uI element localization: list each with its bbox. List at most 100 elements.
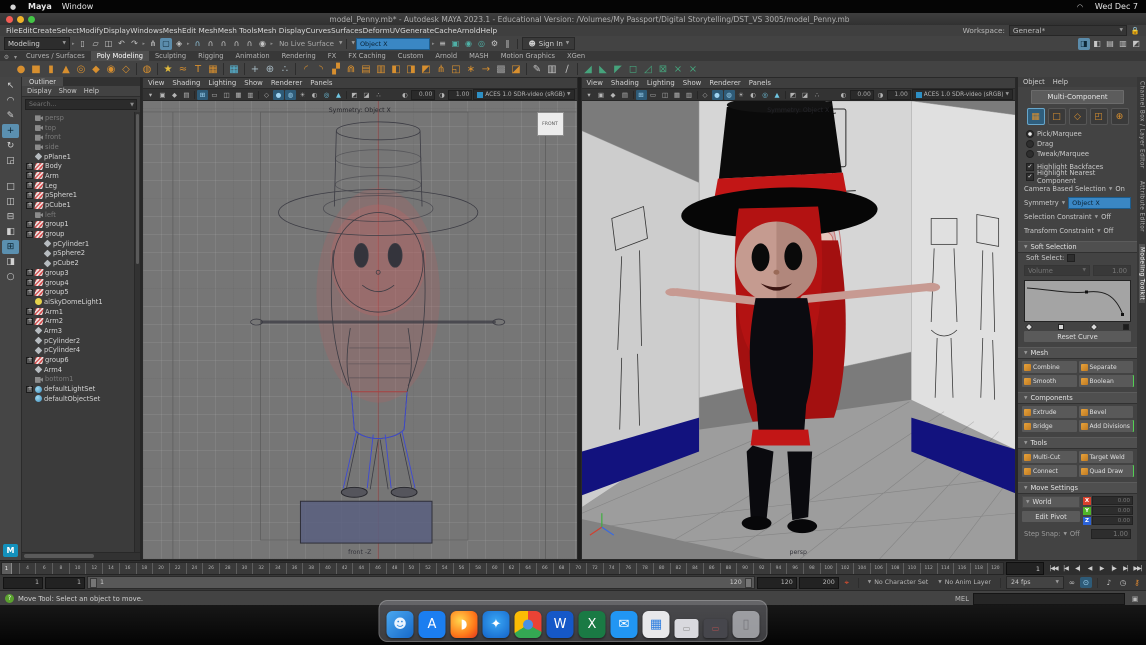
select-hierarchy-icon[interactable]: ⋔: [147, 38, 159, 50]
current-frame-marker[interactable]: 1: [2, 563, 12, 574]
shelf-board[interactable]: ▦: [206, 62, 220, 76]
vp-motionblur-icon[interactable]: ▲: [772, 90, 783, 100]
expand-toggle-icon[interactable]: [26, 395, 33, 402]
soft-selection-header[interactable]: ▼Soft Selection: [1018, 241, 1137, 253]
front-viewport-canvas[interactable]: Symmetry: Object X FRONT front -Z: [143, 101, 577, 559]
expand-toggle-icon[interactable]: [26, 386, 33, 393]
play-forward-button[interactable]: ▶: [1096, 563, 1107, 574]
timeline-tick[interactable]: 102: [836, 563, 853, 574]
construction-history-icon[interactable]: ≡: [436, 38, 448, 50]
dock-window-thumb-1[interactable]: ▭: [675, 619, 699, 638]
chevron-down-icon[interactable]: ▼: [351, 41, 354, 46]
timeline-tick[interactable]: 40: [319, 563, 336, 574]
side-panel-tab[interactable]: Modeling Toolkit: [1139, 244, 1145, 303]
auto-keyframe-icon[interactable]: ⊙: [1080, 577, 1092, 588]
timeline-tick[interactable]: 56: [453, 563, 470, 574]
expand-toggle-icon[interactable]: [26, 163, 33, 170]
outliner-item[interactable]: persp: [22, 113, 140, 123]
timeline-tick[interactable]: 60: [486, 563, 503, 574]
dock-firefox[interactable]: ◗: [451, 611, 478, 638]
timeline-tick[interactable]: 72: [586, 563, 603, 574]
expand-toggle-icon[interactable]: [26, 347, 33, 354]
clock-icon[interactable]: ◷: [1117, 577, 1129, 588]
expand-toggle-icon[interactable]: [35, 240, 42, 247]
snap-plane-icon[interactable]: ∩: [231, 38, 243, 50]
gamma-icon[interactable]: ◑: [436, 90, 447, 100]
move-settings-header[interactable]: ▼Move Settings: [1018, 482, 1137, 494]
expand-toggle-icon[interactable]: [26, 182, 33, 189]
expand-toggle-icon[interactable]: [26, 114, 33, 121]
expand-toggle-icon[interactable]: [26, 366, 33, 373]
menu-item[interactable]: Display: [103, 26, 130, 35]
snap-live-icon[interactable]: ◉: [257, 38, 269, 50]
dock-app-store[interactable]: A: [419, 611, 446, 638]
menu-item[interactable]: Help: [480, 26, 497, 35]
play-backwards-button[interactable]: ◀: [1084, 563, 1095, 574]
expand-toggle-icon[interactable]: [26, 279, 33, 286]
expand-toggle-icon[interactable]: [26, 231, 33, 238]
shelf-ik-handle[interactable]: ⊕: [263, 62, 277, 76]
close-window-button[interactable]: [6, 16, 13, 23]
curve-handle-icon[interactable]: [1123, 324, 1129, 330]
shelf-arc-1[interactable]: ◜: [299, 62, 313, 76]
vp-bookmark-icon[interactable]: ◆: [608, 90, 619, 100]
axis-orientation-dropdown[interactable]: ▼World: [1022, 496, 1080, 508]
vp-imageplane-icon[interactable]: ▤: [620, 90, 631, 100]
menu-item[interactable]: Surfaces: [331, 26, 363, 35]
vp-field-chart-icon[interactable]: ▥: [245, 90, 256, 100]
outliner-search-input[interactable]: [26, 101, 130, 108]
mesh-tool-button[interactable]: Combine: [1022, 361, 1077, 373]
menu-item[interactable]: Arnold: [457, 26, 481, 35]
timeline-tick[interactable]: 38: [302, 563, 319, 574]
outliner-item[interactable]: aiSkyDomeLight1: [22, 297, 140, 307]
timeline-tick[interactable]: 18: [136, 563, 153, 574]
timeline-tick[interactable]: 118: [970, 563, 987, 574]
vp-lock-icon[interactable]: ▣: [596, 90, 607, 100]
macos-window-menu[interactable]: Window: [62, 2, 94, 11]
shelf-tab[interactable]: Poly Modeling: [91, 51, 149, 61]
menu-item[interactable]: Mesh Tools: [218, 26, 258, 35]
expand-toggle-icon[interactable]: [26, 192, 33, 199]
select-edge-mode[interactable]: ◇: [1069, 108, 1087, 125]
timeline-tick[interactable]: 4: [19, 563, 36, 574]
transform-constraint-row[interactable]: Transform Constraint▼Off: [1018, 224, 1137, 238]
range-handle-left[interactable]: [90, 578, 97, 588]
pause-icon[interactable]: ‖: [501, 38, 513, 50]
vp-textured-icon[interactable]: ◍: [285, 90, 296, 100]
falloff-mode-dropdown[interactable]: Volume▼: [1024, 265, 1090, 276]
redo-icon[interactable]: ↷: [129, 38, 141, 50]
axis-value-field[interactable]: 0.00: [1092, 516, 1133, 525]
timeline-tick[interactable]: 28: [219, 563, 236, 574]
dock-safari[interactable]: ✦: [483, 611, 510, 638]
shelf-tab[interactable]: XGen: [561, 51, 591, 61]
timeline-tick[interactable]: 30: [236, 563, 253, 574]
viewport-menu-item[interactable]: Renderer: [271, 79, 302, 87]
group-collapse-icon[interactable]: ▸: [271, 41, 274, 47]
timeline-tick[interactable]: 90: [736, 563, 753, 574]
expand-toggle-icon[interactable]: [26, 202, 33, 209]
selection-constraint-row[interactable]: Selection Constraint▼Off: [1018, 210, 1137, 224]
dock-keynote[interactable]: ▦: [643, 611, 670, 638]
dock-excel[interactable]: X: [579, 611, 606, 638]
menu-set-selector[interactable]: Modeling▼: [4, 37, 70, 50]
rotate-tool[interactable]: ↻: [2, 139, 19, 153]
shelf-panel[interactable]: ▥: [545, 62, 559, 76]
shelf-cross-b[interactable]: ×: [686, 62, 700, 76]
snap-point-icon[interactable]: ∩: [218, 38, 230, 50]
colorspace-selector[interactable]: ACES 1.0 SDR-video (sRGB)▼: [473, 89, 574, 100]
toolkit-tool-button[interactable]: Multi-Cut: [1022, 451, 1077, 463]
shelf-icon[interactable]: [136, 63, 137, 75]
animation-start-field[interactable]: 1: [3, 577, 43, 589]
timeline-tick[interactable]: 106: [870, 563, 887, 574]
timeline-tick[interactable]: 6: [35, 563, 52, 574]
outliner-item[interactable]: group: [22, 229, 140, 239]
macos-app-menu[interactable]: Maya: [28, 2, 52, 11]
shelf-tab[interactable]: Rigging: [192, 51, 229, 61]
outliner-item[interactable]: left: [22, 210, 140, 220]
expand-toggle-icon[interactable]: [26, 289, 33, 296]
shelf-grid-a[interactable]: ▤: [359, 62, 373, 76]
timeline-tick[interactable]: 76: [619, 563, 636, 574]
minimize-window-button[interactable]: [17, 16, 24, 23]
shelf-tab[interactable]: MASH: [463, 51, 495, 61]
menu-item[interactable]: Cache: [434, 26, 457, 35]
